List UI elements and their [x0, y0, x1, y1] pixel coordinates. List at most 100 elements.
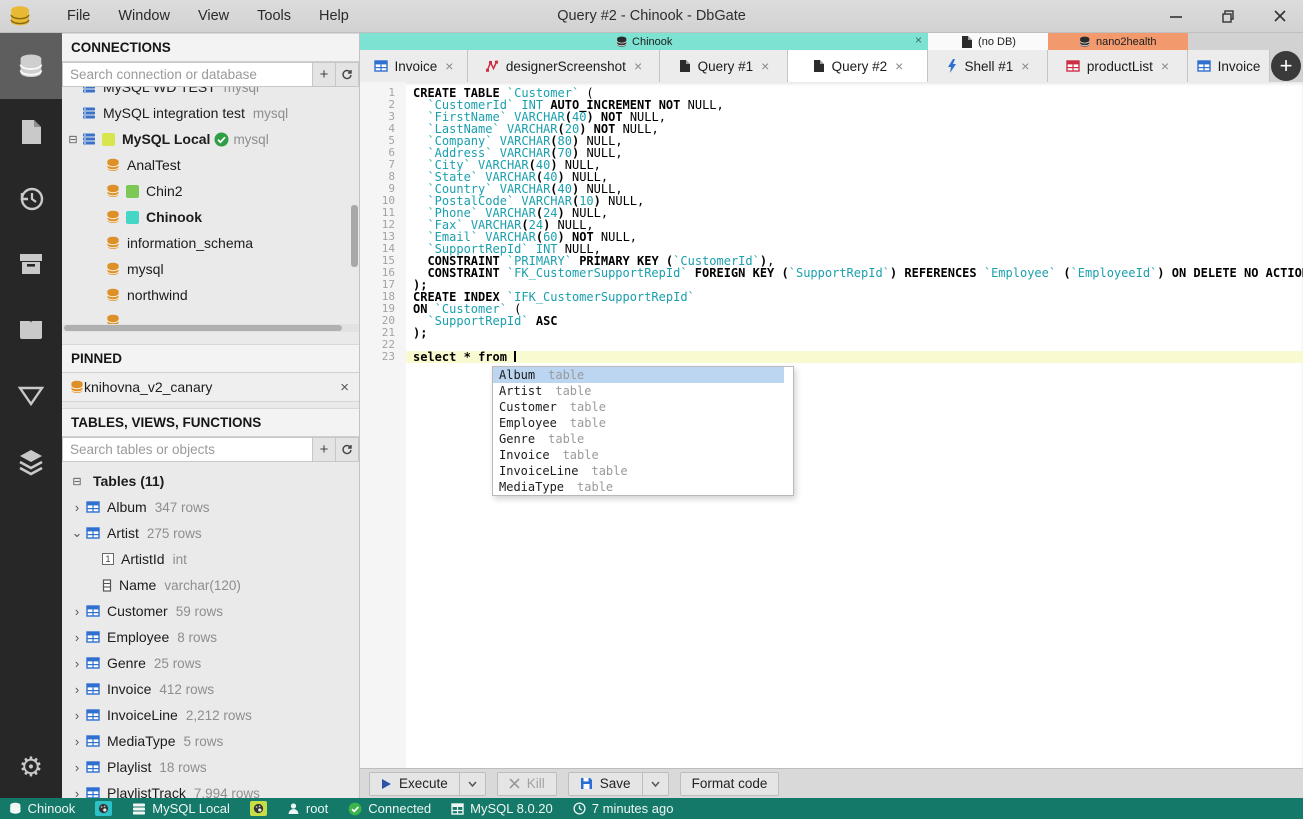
menu-tools[interactable]: Tools — [243, 0, 305, 32]
pinned-item[interactable]: knihovna_v2_canary × — [62, 373, 359, 402]
table-item-employee[interactable]: › Employee 8 rows — [62, 624, 359, 650]
sidebar-archive-icon[interactable] — [0, 231, 62, 297]
chevron-right-icon[interactable]: › — [68, 760, 86, 775]
tab-group-nano2health[interactable]: nano2health — [1048, 33, 1188, 50]
connection-item-mysql[interactable]: mysql — [62, 256, 359, 282]
tables-group-row[interactable]: ⊟ Tables (11) — [62, 468, 359, 494]
connections-hscrollbar[interactable] — [62, 324, 359, 332]
sidebar-layers-icon[interactable] — [0, 429, 62, 495]
connection-item-chin2[interactable]: Chin2 — [62, 178, 359, 204]
close-tab-icon[interactable]: × — [761, 58, 769, 74]
close-tab-icon[interactable]: × — [1021, 58, 1029, 74]
connection-item-northwind[interactable]: northwind — [62, 282, 359, 308]
connection-item-information-schema[interactable]: information_schema — [62, 230, 359, 256]
tab-group--no-db-[interactable]: (no DB) — [928, 33, 1048, 50]
sidebar-history-icon[interactable] — [0, 165, 62, 231]
tab-shell-1[interactable]: Shell #1 × — [928, 50, 1048, 82]
unpin-icon[interactable]: × — [340, 379, 349, 396]
table-item-customer[interactable]: › Customer 59 rows — [62, 598, 359, 624]
chevron-right-icon[interactable]: › — [68, 604, 86, 619]
table-item-album[interactable]: › Album 347 rows — [62, 494, 359, 520]
chevron-down-icon[interactable]: ⌄ — [68, 525, 86, 541]
status-root[interactable]: root — [287, 801, 328, 816]
close-tab-icon[interactable]: × — [895, 58, 903, 74]
tab-query-2[interactable]: Query #2 × — [788, 50, 928, 82]
autocomplete-item-employee[interactable]: Employee table — [493, 415, 784, 431]
status-connected[interactable]: Connected — [348, 801, 431, 816]
table-item-genre[interactable]: › Genre 25 rows — [62, 650, 359, 676]
connections-search-input[interactable] — [62, 62, 313, 87]
table-item-playlisttrack[interactable]: › PlaylistTrack 7,994 rows — [62, 780, 359, 798]
minimize-icon[interactable] — [1165, 5, 1187, 27]
connection-item-mysql-wd-test[interactable]: MySQL WD TEST mysql — [62, 87, 359, 100]
tab-query-1[interactable]: Query #1 × — [660, 50, 788, 82]
add-connection-button[interactable]: + — [313, 62, 336, 87]
collapse-icon[interactable]: ⊟ — [68, 475, 86, 488]
tab-group-chinook[interactable]: Chinook × — [360, 33, 928, 50]
status-color[interactable] — [95, 801, 113, 816]
expander-icon[interactable]: ⊟ — [64, 133, 82, 146]
table-item-playlist[interactable]: › Playlist 18 rows — [62, 754, 359, 780]
autocomplete-item-invoiceline[interactable]: InvoiceLine table — [493, 463, 784, 479]
autocomplete-item-artist[interactable]: Artist table — [493, 383, 784, 399]
status-7-minutes-ago[interactable]: 7 minutes ago — [573, 801, 673, 816]
new-tab-button[interactable]: + — [1271, 51, 1301, 81]
menu-file[interactable]: File — [53, 0, 104, 32]
autocomplete-item-mediatype[interactable]: MediaType table — [493, 479, 784, 495]
menu-view[interactable]: View — [184, 0, 243, 32]
save-button[interactable]: Save — [567, 771, 643, 796]
close-tab-icon[interactable]: × — [1161, 58, 1169, 74]
sidebar-book-icon[interactable] — [0, 297, 62, 363]
refresh-tables-icon[interactable] — [336, 437, 359, 462]
sidebar-file-icon[interactable] — [0, 99, 62, 165]
execute-button[interactable]: Execute — [369, 771, 460, 796]
table-item-invoiceline[interactable]: › InvoiceLine 2,212 rows — [62, 702, 359, 728]
table-item-artistid[interactable]: 1 ArtistId int — [62, 546, 359, 572]
close-group-icon[interactable]: × — [915, 33, 922, 47]
autocomplete-item-invoice[interactable]: Invoice table — [493, 447, 784, 463]
chevron-right-icon[interactable]: › — [68, 682, 86, 697]
status-color[interactable] — [249, 801, 267, 816]
tables-search-input[interactable] — [62, 437, 313, 462]
table-item-mediatype[interactable]: › MediaType 5 rows — [62, 728, 359, 754]
connections-vscrollbar[interactable] — [351, 205, 358, 267]
sidebar-triangle-icon[interactable] — [0, 363, 62, 429]
tab-productlist[interactable]: productList × — [1048, 50, 1188, 82]
restore-icon[interactable] — [1217, 5, 1239, 27]
add-table-button[interactable]: + — [313, 437, 336, 462]
kill-button[interactable]: Kill — [496, 771, 557, 796]
connection-color-swatch[interactable] — [249, 801, 267, 816]
menu-help[interactable]: Help — [305, 0, 363, 32]
chevron-right-icon[interactable]: › — [68, 786, 86, 799]
autocomplete-item-album[interactable]: Album table — [493, 367, 784, 383]
chevron-right-icon[interactable]: › — [68, 734, 86, 749]
tab-designerscreenshot[interactable]: designerScreenshot × — [468, 50, 660, 82]
tab-invoice[interactable]: Invoice × — [360, 50, 468, 82]
menu-window[interactable]: Window — [104, 0, 184, 32]
table-item-invoice[interactable]: › Invoice 412 rows — [62, 676, 359, 702]
format-code-button[interactable]: Format code — [679, 771, 780, 796]
save-dropdown-button[interactable] — [642, 771, 669, 796]
connection-item-mysql-integration-test[interactable]: MySQL integration test mysql — [62, 100, 359, 126]
connection-item-chinook[interactable]: Chinook — [62, 204, 359, 230]
chevron-right-icon[interactable]: › — [68, 500, 86, 515]
close-icon[interactable] — [1269, 5, 1291, 27]
connection-item-mysql-local[interactable]: ⊟ MySQL Local mysql — [62, 126, 359, 152]
status-mysql-8-0-20[interactable]: MySQL 8.0.20 — [451, 801, 553, 816]
table-item-name[interactable]: Name varchar(120) — [62, 572, 359, 598]
connection-item[interactable] — [62, 308, 359, 324]
sql-editor[interactable]: 1 2 3 4 5 6 7 8 9 10 11 12 13 14 15 16 17 18 19 20 21 22 23 CR… — [360, 82, 1303, 768]
refresh-connections-icon[interactable] — [336, 62, 359, 87]
sidebar-database-icon[interactable] — [0, 33, 62, 99]
close-tab-icon[interactable]: × — [445, 58, 453, 74]
chevron-right-icon[interactable]: › — [68, 708, 86, 723]
settings-gear-icon[interactable]: ⚙ — [0, 742, 62, 792]
chevron-right-icon[interactable]: › — [68, 630, 86, 645]
connection-color-swatch[interactable] — [95, 801, 113, 816]
chevron-right-icon[interactable]: › — [68, 656, 86, 671]
autocomplete-item-genre[interactable]: Genre table — [493, 431, 784, 447]
autocomplete-item-customer[interactable]: Customer table — [493, 399, 784, 415]
execute-dropdown-button[interactable] — [459, 771, 486, 796]
status-mysql-local[interactable]: MySQL Local — [132, 801, 230, 816]
connection-item-analtest[interactable]: AnalTest — [62, 152, 359, 178]
